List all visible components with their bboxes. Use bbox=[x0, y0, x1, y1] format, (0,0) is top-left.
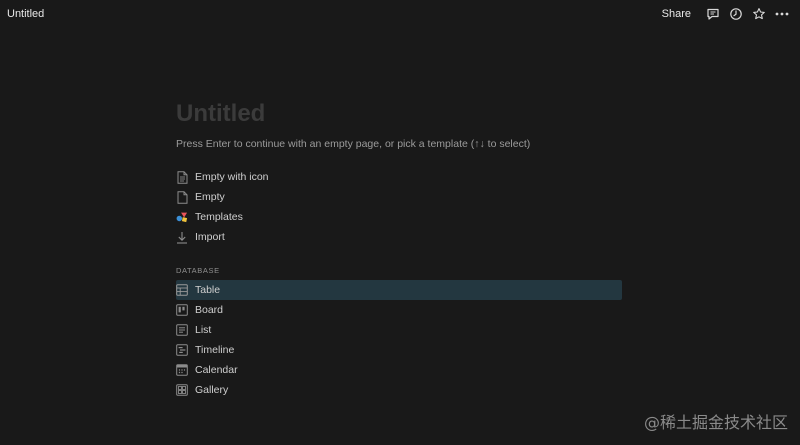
database-item-label: Gallery bbox=[195, 384, 229, 396]
gallery-icon bbox=[176, 384, 188, 397]
option-label: Empty bbox=[195, 191, 225, 203]
database-item-calendar[interactable]: Calendar bbox=[176, 360, 622, 380]
option-empty[interactable]: Empty bbox=[176, 187, 622, 207]
database-item-label: Board bbox=[195, 304, 224, 316]
page-with-icon-icon bbox=[176, 170, 188, 184]
comment-icon[interactable] bbox=[703, 4, 723, 24]
database-item-list[interactable]: List bbox=[176, 320, 622, 340]
timeline-icon bbox=[176, 344, 188, 357]
option-templates[interactable]: Templates bbox=[176, 207, 622, 227]
database-item-label: Calendar bbox=[195, 364, 238, 376]
clock-icon[interactable] bbox=[726, 4, 746, 24]
page-icon bbox=[176, 190, 188, 204]
share-button[interactable]: Share bbox=[662, 8, 691, 20]
database-item-label: Table bbox=[195, 284, 221, 296]
board-icon bbox=[176, 304, 188, 317]
option-label: Empty with icon bbox=[195, 171, 269, 183]
breadcrumb-page[interactable]: Untitled bbox=[7, 6, 44, 22]
page-title[interactable]: Untitled bbox=[176, 96, 622, 132]
option-import[interactable]: Import bbox=[176, 227, 622, 247]
more-icon[interactable] bbox=[772, 4, 792, 24]
star-icon[interactable] bbox=[749, 4, 769, 24]
database-item-gallery[interactable]: Gallery bbox=[176, 380, 622, 400]
database-item-timeline[interactable]: Timeline bbox=[176, 340, 622, 360]
topbar-actions: Share bbox=[662, 4, 792, 24]
templates-icon bbox=[176, 211, 188, 224]
import-icon bbox=[176, 231, 188, 244]
table-icon bbox=[176, 284, 188, 297]
calendar-icon bbox=[176, 364, 188, 377]
option-label: Templates bbox=[195, 211, 243, 223]
list-icon bbox=[176, 324, 188, 337]
database-item-board[interactable]: Board bbox=[176, 300, 622, 320]
page-content: Untitled Press Enter to continue with an… bbox=[176, 96, 622, 396]
database-item-table[interactable]: Table bbox=[176, 280, 622, 300]
option-label: Import bbox=[195, 231, 225, 243]
database-section-label: DATABASE bbox=[176, 266, 220, 275]
topbar: Untitled Share bbox=[0, 0, 800, 28]
watermark-text: @稀土掘金技术社区 bbox=[643, 413, 788, 432]
database-item-label: Timeline bbox=[195, 344, 235, 356]
database-item-label: List bbox=[195, 324, 212, 336]
option-empty-with-icon[interactable]: Empty with icon bbox=[176, 167, 622, 187]
template-hint: Press Enter to continue with an empty pa… bbox=[176, 138, 531, 150]
